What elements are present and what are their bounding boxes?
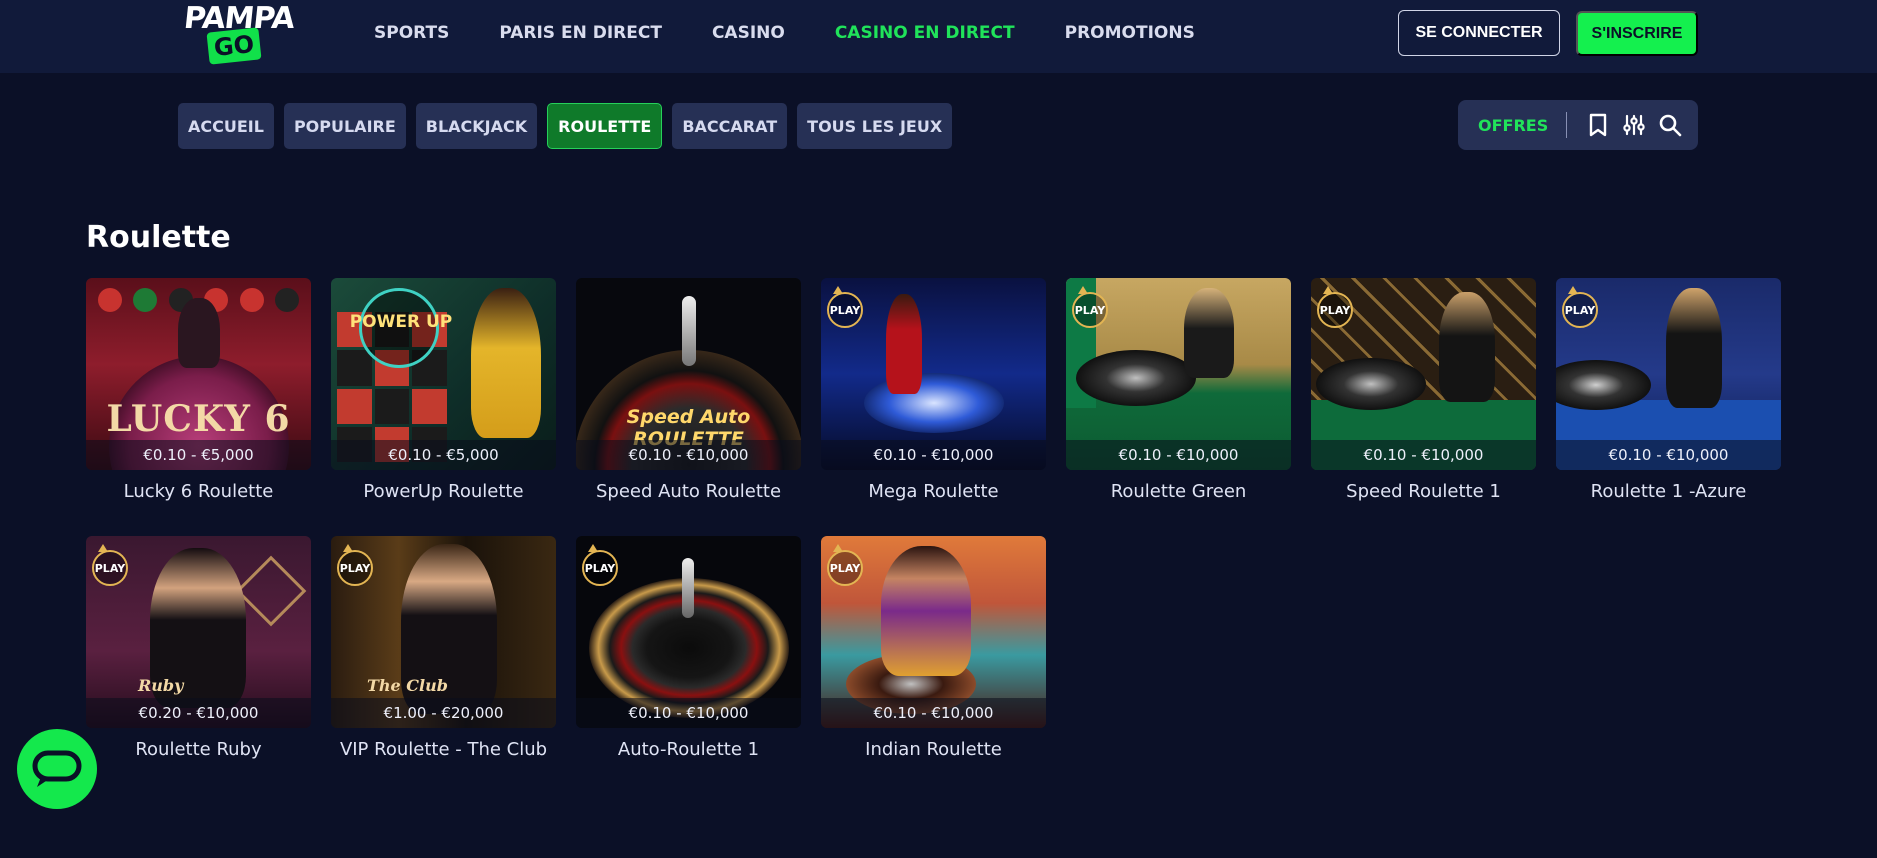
bet-limits: €0.10 - €10,000 (821, 698, 1046, 728)
bet-limits: €0.10 - €10,000 (576, 698, 801, 728)
game-card: POWER UP €0.10 - €5,000 PowerUp Roulette (331, 278, 556, 502)
play-badge-icon: PLAY (337, 544, 373, 586)
play-badge-icon: PLAY (1562, 286, 1598, 328)
game-card: Speed Auto ROULETTE €0.10 - €10,000 Spee… (576, 278, 801, 502)
game-art-text: POWER UP (349, 312, 453, 332)
pampago-logo[interactable]: PAMPA GO (182, 1, 296, 65)
game-card: PLAY €0.10 - €10,000 Roulette 1 -Azure (1556, 278, 1781, 502)
game-thumbnail[interactable]: PLAY The Club €1.00 - €20,000 (331, 536, 556, 728)
play-badge-icon: PLAY (827, 544, 863, 586)
bet-limits: €0.10 - €10,000 (1066, 440, 1291, 470)
play-badge-icon: PLAY (1317, 286, 1353, 328)
game-card: PLAY Ruby €0.20 - €10,000 Roulette Ruby (86, 536, 311, 760)
bet-limits: €0.10 - €10,000 (1311, 440, 1536, 470)
game-title[interactable]: Roulette Ruby (86, 739, 311, 760)
bet-limits: €0.10 - €5,000 (86, 440, 311, 470)
game-title[interactable]: Speed Roulette 1 (1311, 481, 1536, 502)
section-title: Roulette (86, 220, 231, 255)
game-card: PLAY The Club €1.00 - €20,000 VIP Roulet… (331, 536, 556, 760)
tab-baccarat[interactable]: BACCARAT (672, 103, 788, 149)
tab-tous-les-jeux[interactable]: TOUS LES JEUX (797, 103, 953, 149)
nav-item-casino[interactable]: CASINO (712, 23, 785, 43)
game-title[interactable]: Indian Roulette (821, 739, 1046, 760)
search-icon[interactable] (1657, 112, 1683, 138)
play-badge-icon: PLAY (582, 544, 618, 586)
category-tabs: ACCUEIL POPULAIRE BLACKJACK ROULETTE BAC… (178, 103, 953, 149)
tab-blackjack[interactable]: BLACKJACK (415, 103, 538, 149)
game-title[interactable]: Roulette Green (1066, 481, 1291, 502)
game-thumbnail[interactable]: PLAY €0.10 - €10,000 (821, 278, 1046, 470)
nav-item-casino-en-direct[interactable]: CASINO EN DIRECT (835, 23, 1015, 43)
game-title[interactable]: Auto-Roulette 1 (576, 739, 801, 760)
play-badge-icon: PLAY (1072, 286, 1108, 328)
game-card: PLAY €0.10 - €10,000 Mega Roulette (821, 278, 1046, 502)
play-badge-icon: PLAY (92, 544, 128, 586)
bet-limits: €1.00 - €20,000 (331, 698, 556, 728)
game-card: PLAY €0.10 - €10,000 Speed Roulette 1 (1311, 278, 1536, 502)
game-title[interactable]: Lucky 6 Roulette (86, 481, 311, 502)
bet-limits: €0.10 - €10,000 (1556, 440, 1781, 470)
game-card: PLAY €0.10 - €10,000 Indian Roulette (821, 536, 1046, 760)
game-card: PLAY €0.10 - €10,000 Auto-Roulette 1 (576, 536, 801, 760)
game-thumbnail[interactable]: PLAY €0.10 - €10,000 (1311, 278, 1536, 470)
tab-roulette[interactable]: ROULETTE (547, 103, 663, 149)
game-thumbnail[interactable]: POWER UP €0.10 - €5,000 (331, 278, 556, 470)
bet-limits: €0.20 - €10,000 (86, 698, 311, 728)
tab-accueil[interactable]: ACCUEIL (178, 103, 274, 149)
game-title[interactable]: Roulette 1 -Azure (1556, 481, 1781, 502)
login-button[interactable]: SE CONNECTER (1398, 10, 1560, 56)
nav-item-paris-en-direct[interactable]: PARIS EN DIRECT (499, 23, 662, 43)
nav-item-sports[interactable]: SPORTS (374, 23, 449, 43)
bet-limits: €0.10 - €10,000 (576, 440, 801, 470)
tools-bar: OFFRES (1458, 100, 1698, 150)
filter-sliders-icon[interactable] (1621, 112, 1647, 138)
play-badge-icon: PLAY (827, 286, 863, 328)
tools-divider (1566, 112, 1568, 138)
nav-item-promotions[interactable]: PROMOTIONS (1065, 23, 1195, 43)
game-title[interactable]: VIP Roulette - The Club (331, 739, 556, 760)
top-header: PAMPA GO SPORTS PARIS EN DIRECT CASINO C… (0, 0, 1877, 73)
game-thumbnail[interactable]: PLAY €0.10 - €10,000 (821, 536, 1046, 728)
bet-limits: €0.10 - €5,000 (331, 440, 556, 470)
game-thumbnail[interactable]: PLAY €0.10 - €10,000 (576, 536, 801, 728)
logo-wordmark-bottom: GO (206, 27, 262, 65)
offers-link[interactable]: OFFRES (1478, 116, 1548, 135)
bet-limits: €0.10 - €10,000 (821, 440, 1046, 470)
game-card: PLAY €0.10 - €10,000 Roulette Green (1066, 278, 1291, 502)
game-title[interactable]: Speed Auto Roulette (576, 481, 801, 502)
game-thumbnail[interactable]: Speed Auto ROULETTE €0.10 - €10,000 (576, 278, 801, 470)
chat-bubble-icon[interactable] (17, 729, 97, 809)
game-title[interactable]: Mega Roulette (821, 481, 1046, 502)
bookmark-icon[interactable] (1585, 112, 1611, 138)
game-card: LUCKY 6 €0.10 - €5,000 Lucky 6 Roulette (86, 278, 311, 502)
game-thumbnail[interactable]: PLAY €0.10 - €10,000 (1556, 278, 1781, 470)
main-navigation: SPORTS PARIS EN DIRECT CASINO CASINO EN … (374, 0, 1245, 66)
game-art-text: Ruby (138, 676, 184, 695)
game-thumbnail[interactable]: LUCKY 6 €0.10 - €5,000 (86, 278, 311, 470)
game-thumbnail[interactable]: PLAY €0.10 - €10,000 (1066, 278, 1291, 470)
game-thumbnail[interactable]: PLAY Ruby €0.20 - €10,000 (86, 536, 311, 728)
game-art-text: LUCKY 6 (106, 398, 291, 440)
game-art-text: The Club (367, 676, 448, 695)
game-title[interactable]: PowerUp Roulette (331, 481, 556, 502)
signup-button[interactable]: S'INSCRIRE (1576, 11, 1698, 56)
tab-populaire[interactable]: POPULAIRE (283, 103, 406, 149)
